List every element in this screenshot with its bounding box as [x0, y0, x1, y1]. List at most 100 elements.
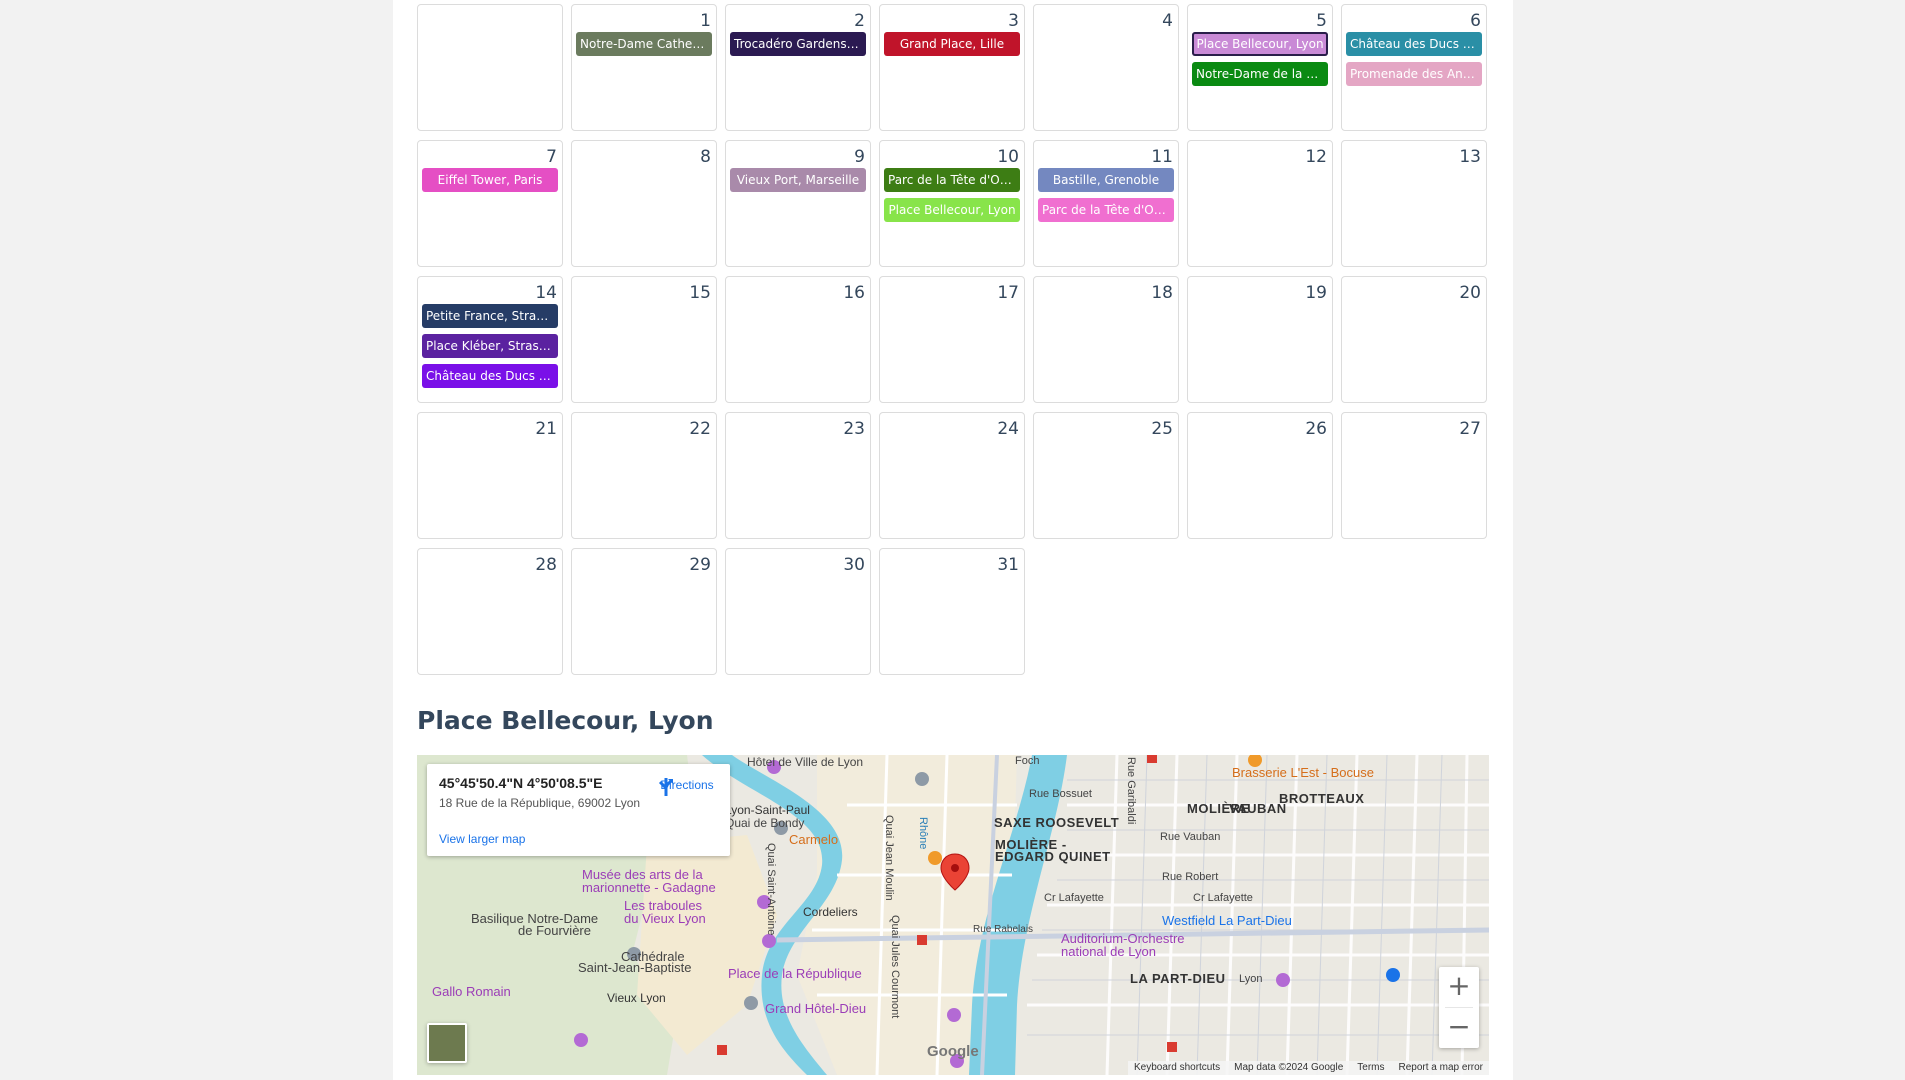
calendar-day-cell[interactable]: 24 [879, 412, 1025, 539]
calendar-day-cell[interactable]: 22 [571, 412, 717, 539]
calendar-day-cell[interactable]: 8 [571, 140, 717, 267]
day-number: 1 [700, 11, 711, 31]
calendar-event[interactable]: Parc de la Tête d'Or, ... [1038, 198, 1174, 222]
directions-button[interactable]: Directions [655, 776, 719, 796]
map-label: Gallo Romain [432, 984, 511, 999]
calendar-day-cell[interactable]: 28 [417, 548, 563, 675]
map-layer-toggle[interactable] [427, 1023, 467, 1063]
calendar-day-cell[interactable]: 23 [725, 412, 871, 539]
map-label: Westfield La Part-Dieu [1162, 913, 1292, 928]
keyboard-shortcuts-link[interactable]: Keyboard shortcuts [1134, 1061, 1220, 1075]
day-number: 2 [854, 11, 865, 31]
day-number: 23 [843, 419, 865, 439]
map-label: Cr Lafayette [1193, 892, 1253, 904]
day-events: Bastille, Grenoble Parc de la Tête d'Or, … [1038, 168, 1174, 222]
calendar-event[interactable]: Bastille, Grenoble [1038, 168, 1174, 192]
day-number: 22 [689, 419, 711, 439]
day-events: Trocadéro Gardens, ... [730, 32, 866, 56]
day-events: Petite France, Strasb... Place Kléber, St… [422, 304, 558, 388]
calendar-day-cell[interactable]: 26 [1187, 412, 1333, 539]
view-larger-map-link[interactable]: View larger map [439, 832, 525, 846]
calendar-day-cell[interactable]: 16 [725, 276, 871, 403]
map-label: marionnette - Gadagne [582, 880, 716, 895]
calendar-event[interactable]: Trocadéro Gardens, ... [730, 32, 866, 56]
map-label: Quai Saint-Antoine [765, 843, 777, 936]
report-map-error-link[interactable]: Report a map error [1399, 1061, 1483, 1075]
day-number: 21 [535, 419, 557, 439]
calendar-day-cell[interactable]: 30 [725, 548, 871, 675]
map-label: Vieux Lyon [607, 991, 666, 1005]
calendar-event[interactable]: Place Kléber, Strasbo... [422, 334, 558, 358]
day-number: 26 [1305, 419, 1327, 439]
map-label: Cr Lafayette [1044, 892, 1104, 904]
day-number: 7 [546, 147, 557, 167]
calendar-day-cell[interactable]: 6 Château des Ducs de... Promenade des Ang… [1341, 4, 1487, 131]
calendar-day-cell[interactable]: 10 Parc de la Tête d'Or, ... Place Belleco… [879, 140, 1025, 267]
calendar-day-cell[interactable]: 15 [571, 276, 717, 403]
calendar-event[interactable]: Notre-Dame de la Ga... [1192, 62, 1328, 86]
calendar-day-cell[interactable]: 9 Vieux Port, Marseille [725, 140, 871, 267]
day-number: 5 [1316, 11, 1327, 31]
day-number: 29 [689, 555, 711, 575]
calendar-day-cell[interactable]: 27 [1341, 412, 1487, 539]
calendar-day-cell[interactable]: 7 Eiffel Tower, Paris [417, 140, 563, 267]
calendar-day-cell[interactable]: 21 [417, 412, 563, 539]
map-label: Lyon [1239, 973, 1263, 985]
map-label: Carmelo [789, 832, 839, 847]
day-number: 17 [997, 283, 1019, 303]
calendar-day-cell[interactable]: 13 [1341, 140, 1487, 267]
calendar-event[interactable]: Château des Ducs de... [422, 364, 558, 388]
calendar-day-cell[interactable]: 5 Place Bellecour, Lyon Notre-Dame de la G… [1187, 4, 1333, 131]
google-logo: Google [927, 1043, 979, 1060]
day-number: 31 [997, 555, 1019, 575]
map-label: Quai de Bondy [725, 816, 805, 830]
calendar-day-cell[interactable]: 19 [1187, 276, 1333, 403]
calendar-day-cell[interactable]: 29 [571, 548, 717, 675]
map-label: Rue Robert [1162, 871, 1219, 883]
day-number: 24 [997, 419, 1019, 439]
calendar-day-cell[interactable]: 17 [879, 276, 1025, 403]
calendar-day-cell[interactable]: 12 [1187, 140, 1333, 267]
calendar-day-cell[interactable]: 3 Grand Place, Lille [879, 4, 1025, 131]
calendar-event[interactable]: Promenade des Angl... [1346, 62, 1482, 86]
calendar-event[interactable]: Notre-Dame Cathedr... [576, 32, 712, 56]
day-number: 25 [1151, 419, 1173, 439]
map-data-text: Map data ©2024 Google [1234, 1062, 1344, 1073]
map-label: Rue Rabelais [973, 924, 1034, 935]
calendar-event[interactable]: Vieux Port, Marseille [730, 168, 866, 192]
calendar-day-cell[interactable]: 11 Bastille, Grenoble Parc de la Tête d'Or… [1033, 140, 1179, 267]
calendar-day-cell[interactable]: 20 [1341, 276, 1487, 403]
calendar-event[interactable]: Eiffel Tower, Paris [422, 168, 558, 192]
map-label: Rue Vauban [1160, 831, 1221, 843]
day-events: Grand Place, Lille [884, 32, 1020, 56]
day-number: 20 [1459, 283, 1481, 303]
calendar-day-cell[interactable]: 2 Trocadéro Gardens, ... [725, 4, 871, 131]
map-label: SAXE ROOSEVELT [994, 815, 1120, 830]
zoom-in-button[interactable]: + [1439, 967, 1479, 1007]
map-label: Foch [1015, 755, 1040, 767]
calendar-event[interactable]: Grand Place, Lille [884, 32, 1020, 56]
calendar-day-cell[interactable]: 14 Petite France, Strasb... Place Kléber, … [417, 276, 563, 403]
calendar-day-cell[interactable] [417, 4, 563, 131]
calendar-day-cell[interactable]: 1 Notre-Dame Cathedr... [571, 4, 717, 131]
calendar-event[interactable]: Parc de la Tête d'Or, ... [884, 168, 1020, 192]
terms-link[interactable]: Terms [1357, 1061, 1384, 1075]
calendar-day-cell[interactable]: 18 [1033, 276, 1179, 403]
calendar-day-cell[interactable]: 4 [1033, 4, 1179, 131]
map-label: EDGARD QUINET [995, 849, 1111, 864]
calendar-day-cell[interactable]: 31 [879, 548, 1025, 675]
calendar-event[interactable]: Petite France, Strasb... [422, 304, 558, 328]
map-embed[interactable]: Hôtel de Ville de LyonFochRue de SèzeBra… [417, 755, 1489, 1075]
calendar-event[interactable]: Château des Ducs de... [1346, 32, 1482, 56]
zoom-out-button[interactable]: − [1439, 1008, 1479, 1048]
day-number: 8 [700, 147, 711, 167]
map-label: Quai Jules Courmont [889, 915, 901, 1019]
calendar-event[interactable]: Place Bellecour, Lyon [1192, 32, 1328, 56]
calendar-event[interactable]: Place Bellecour, Lyon [884, 198, 1020, 222]
map-label: de Fourvière [518, 923, 591, 938]
day-number: 10 [997, 147, 1019, 167]
day-number: 14 [535, 283, 557, 303]
day-events: Place Bellecour, Lyon Notre-Dame de la Ga… [1192, 32, 1328, 86]
page-content: 1 Notre-Dame Cathedr... 2 Trocadéro Gardens… [393, 0, 1513, 1080]
calendar-day-cell[interactable]: 25 [1033, 412, 1179, 539]
